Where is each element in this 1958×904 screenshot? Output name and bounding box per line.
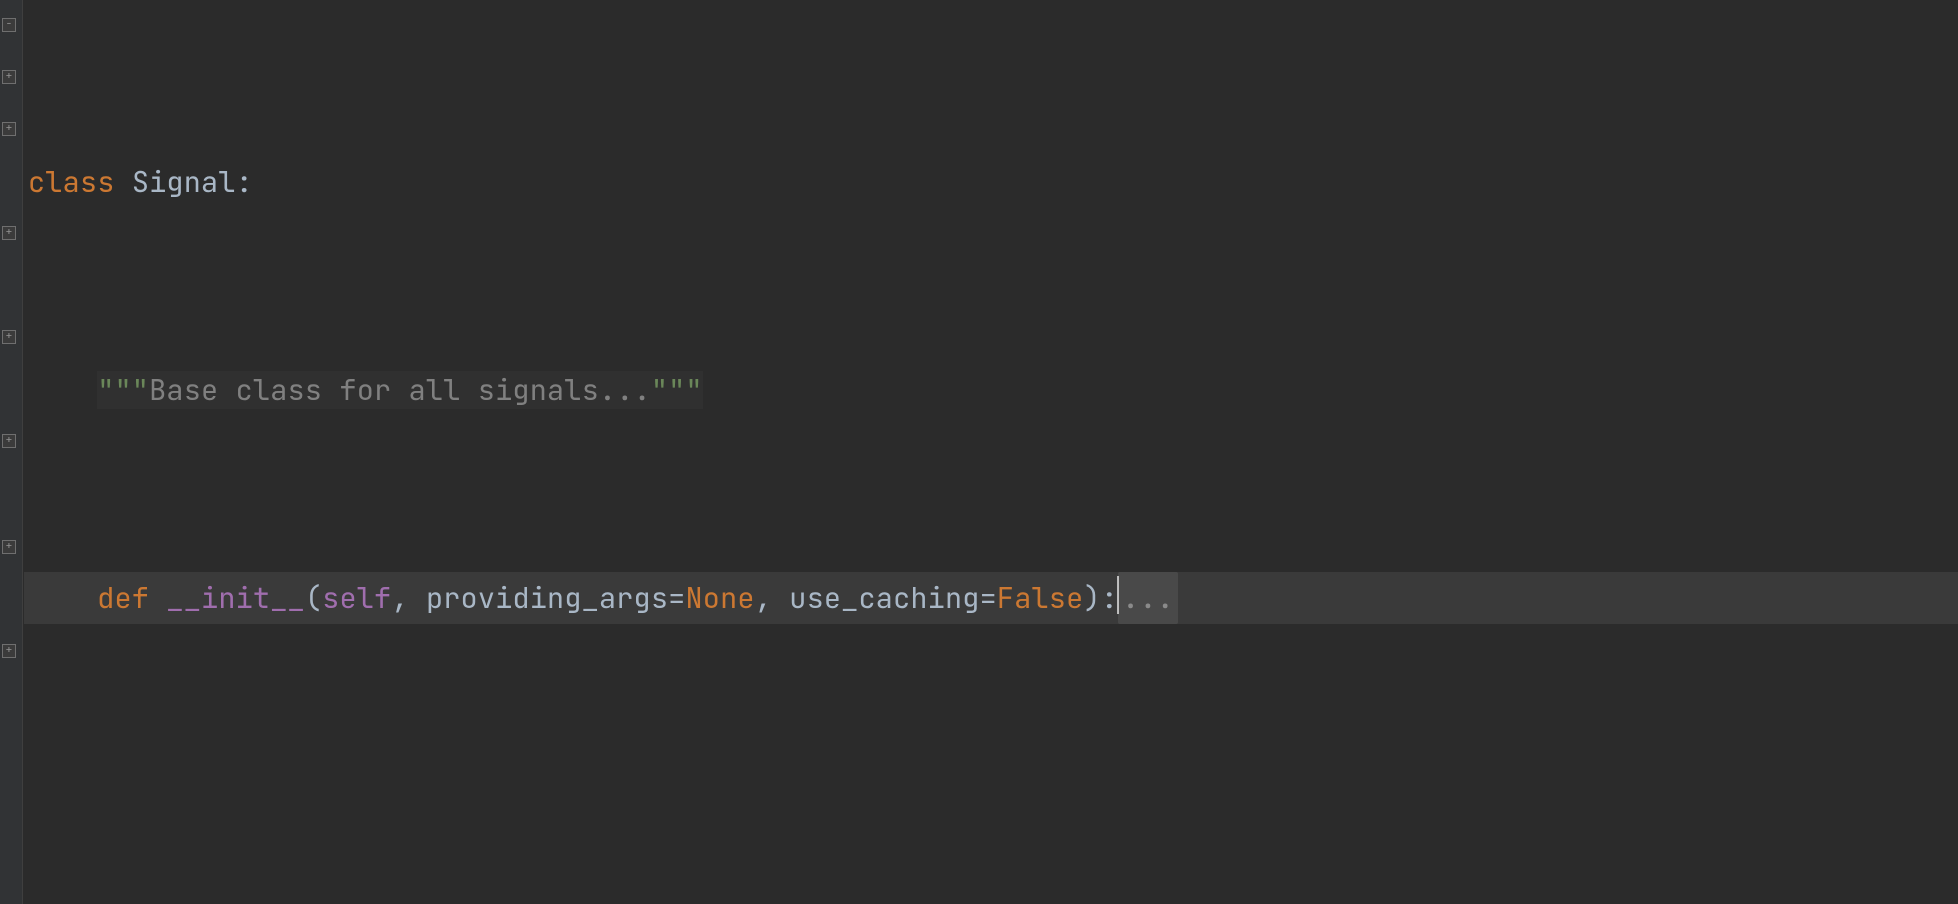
class-name: Signal (132, 163, 236, 201)
code-line-init[interactable]: def __init__(self, providing_args=None, … (24, 572, 1958, 624)
fold-plus-icon[interactable]: + (2, 226, 16, 240)
code-line-class[interactable]: class Signal: (24, 156, 1958, 208)
fold-plus-icon[interactable]: + (2, 70, 16, 84)
docstring-open: """ (97, 371, 149, 409)
docstring-close: """ (651, 371, 703, 409)
code-line-docstring[interactable]: """Base class for all signals...""" (24, 364, 1958, 416)
fold-plus-icon[interactable]: + (2, 122, 16, 136)
fold-plus-icon[interactable]: + (2, 644, 16, 658)
code-area[interactable]: class Signal: """Base class for all sign… (24, 0, 1958, 904)
docstring-text: Base class for all signals... (149, 371, 651, 409)
fold-plus-icon[interactable]: + (2, 540, 16, 554)
fold-plus-icon[interactable]: + (2, 330, 16, 344)
gutter: − + + + + + + + (0, 0, 23, 904)
fold-minus-icon[interactable]: − (2, 18, 16, 32)
code-line-blank[interactable] (24, 780, 1958, 832)
fold-plus-icon[interactable]: + (2, 434, 16, 448)
code-editor[interactable]: − + + + + + + + class Signal: """Base cl… (0, 0, 1958, 904)
fold-ellipsis[interactable]: ... (1118, 572, 1178, 624)
function-init: __init__ (166, 579, 304, 617)
